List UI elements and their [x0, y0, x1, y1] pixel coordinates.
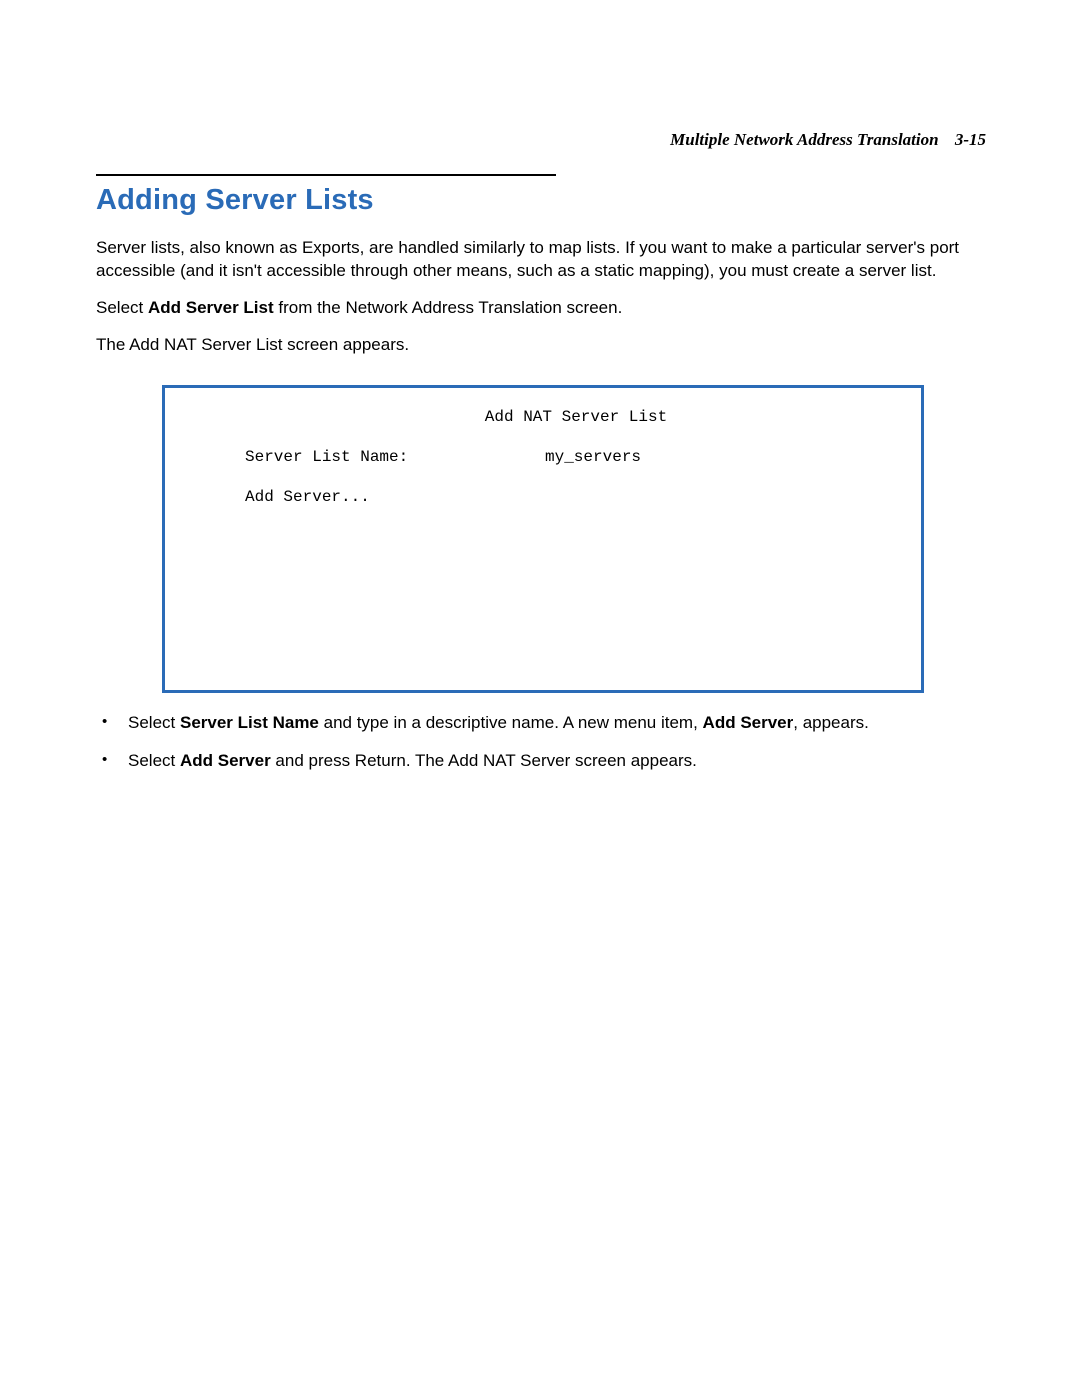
bullet-list: Select Server List Name and type in a de…	[96, 711, 990, 773]
body-paragraph-1: Server lists, also known as Exports, are…	[96, 237, 990, 283]
add-nat-server-list-screenshot: Add NAT Server List Server List Name: my…	[162, 385, 924, 693]
b1-pre: Select	[128, 713, 180, 732]
body-paragraph-2: Select Add Server List from the Network …	[96, 297, 990, 320]
b1-post: , appears.	[793, 713, 869, 732]
figure-title: Add NAT Server List	[245, 408, 877, 426]
running-header: Multiple Network Address Translation 3-1…	[96, 130, 990, 150]
p2-bold: Add Server List	[148, 298, 274, 317]
figure-row-2-label: Add Server...	[245, 488, 545, 506]
b1-bold-2: Add Server	[703, 713, 794, 732]
page-content: Multiple Network Address Translation 3-1…	[0, 0, 1080, 876]
figure-row-1-value: my_servers	[545, 448, 641, 466]
b2-bold: Add Server	[180, 751, 271, 770]
bullet-2: Select Add Server and press Return. The …	[98, 749, 990, 773]
b2-pre: Select	[128, 751, 180, 770]
p2-pre: Select	[96, 298, 148, 317]
figure-row-1: Server List Name: my_servers	[245, 448, 877, 466]
body-paragraph-3: The Add NAT Server List screen appears.	[96, 334, 990, 357]
p2-post: from the Network Address Translation scr…	[274, 298, 623, 317]
header-page-number: 3-15	[955, 130, 986, 149]
b1-mid: and type in a descriptive name. A new me…	[319, 713, 703, 732]
bullet-1: Select Server List Name and type in a de…	[98, 711, 990, 735]
header-section-title: Multiple Network Address Translation	[670, 130, 938, 149]
figure-row-2: Add Server...	[245, 488, 877, 506]
b2-post: and press Return. The Add NAT Server scr…	[271, 751, 697, 770]
figure-row-1-label: Server List Name:	[245, 448, 545, 466]
b1-bold-1: Server List Name	[180, 713, 319, 732]
section-rule	[96, 174, 556, 176]
section-heading: Adding Server Lists	[96, 184, 990, 217]
